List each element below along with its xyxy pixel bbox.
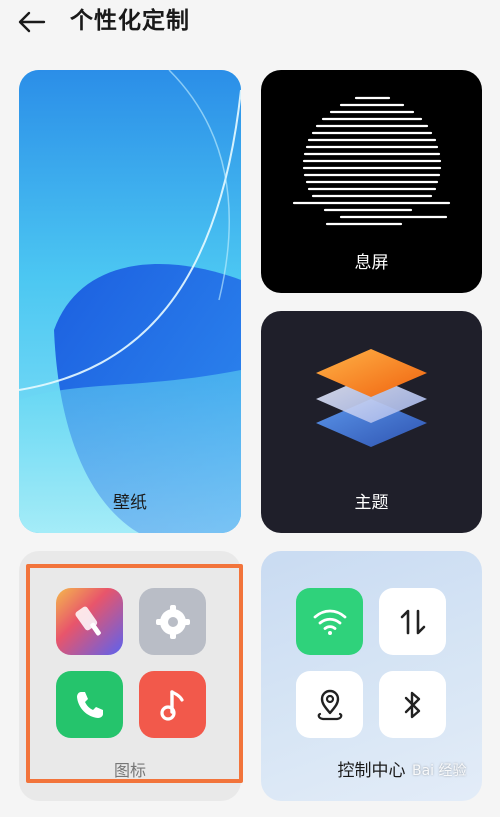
wallpaper-label: 壁纸 (113, 493, 147, 513)
data-transfer-icon (400, 609, 425, 634)
music-note-icon (159, 689, 184, 721)
top-bar: 个性化定制 (0, 0, 500, 48)
wifi-icon (313, 609, 346, 635)
music-app-tile (139, 671, 206, 738)
back-arrow-icon (18, 11, 46, 33)
paintbrush-icon (74, 606, 101, 635)
wallpaper-card[interactable]: 壁纸 (19, 70, 241, 533)
phone-app-tile (56, 671, 123, 738)
location-tile (296, 671, 363, 738)
back-button[interactable] (16, 6, 48, 38)
theme-label: 主题 (354, 493, 389, 513)
theme-card[interactable]: 主题 (261, 311, 482, 533)
watermark: Bai 经验 (412, 763, 467, 779)
phone-icon (76, 691, 103, 718)
icons-card[interactable]: 图标 (19, 551, 241, 801)
page-title: 个性化定制 (70, 8, 190, 34)
brush-app-tile (56, 588, 123, 655)
location-icon (317, 689, 342, 720)
wifi-tile (296, 588, 363, 655)
settings-app-tile (139, 588, 206, 655)
bluetooth-tile (379, 671, 446, 738)
bluetooth-icon (404, 691, 420, 718)
settings-gear-icon (155, 604, 190, 639)
aod-label: 息屏 (354, 253, 389, 273)
mobile-data-tile (379, 588, 446, 655)
wallpaper-preview (19, 70, 241, 533)
icons-label: 图标 (113, 761, 146, 780)
always-on-display-card[interactable]: 息屏 (261, 70, 482, 293)
